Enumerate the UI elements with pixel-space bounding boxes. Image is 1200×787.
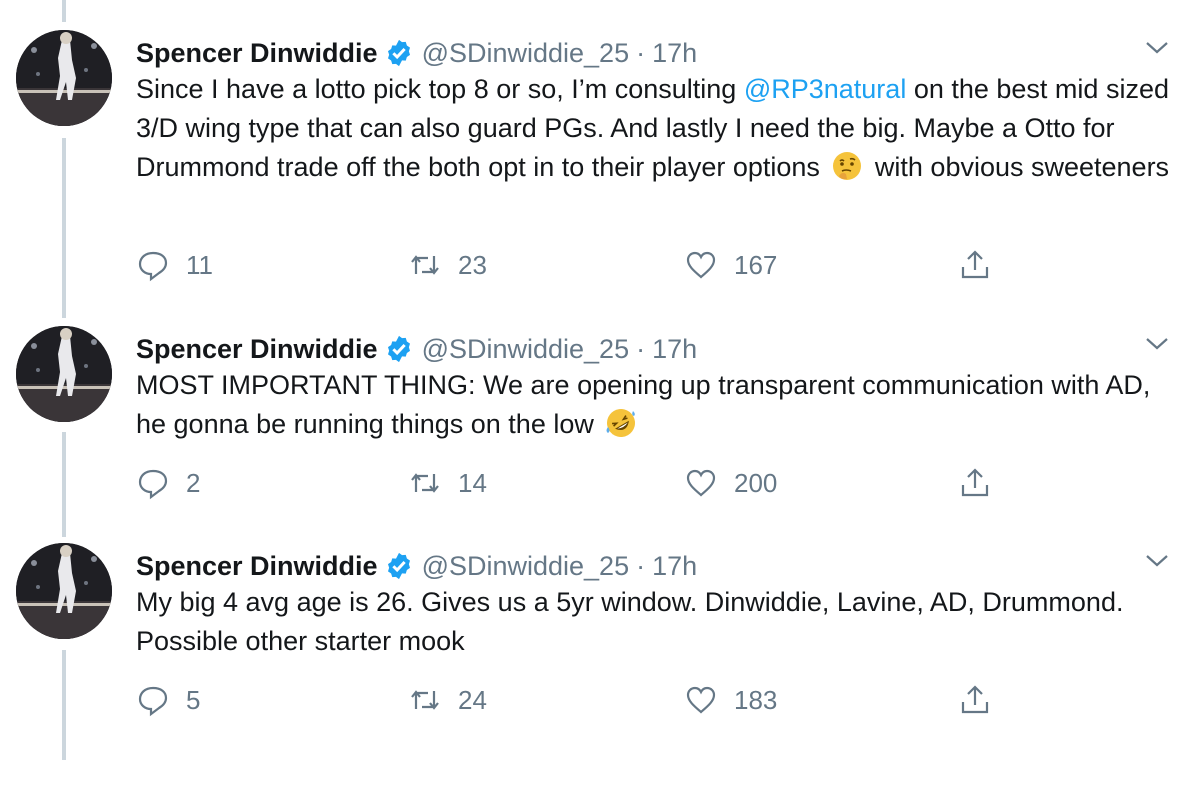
like-button[interactable]: 200 (684, 466, 777, 500)
reply-count: 11 (186, 249, 213, 280)
retweet-button[interactable]: 14 (408, 466, 487, 500)
tweet-text: My big 4 avg age is 26. Gives us a 5yr w… (136, 583, 1176, 661)
timestamp[interactable]: 17h (652, 551, 697, 582)
chevron-down-icon[interactable] (1144, 551, 1170, 571)
like-count: 183 (734, 684, 778, 715)
thread-line (62, 0, 66, 22)
retweet-count: 23 (458, 249, 487, 280)
retweet-button[interactable]: 24 (408, 683, 487, 717)
timestamp[interactable]: 17h (652, 38, 697, 69)
verified-badge-icon (387, 39, 410, 67)
mention-link[interactable]: @RP3natural (744, 74, 907, 104)
separator-dot: · (636, 550, 646, 581)
avatar[interactable] (16, 30, 112, 126)
share-button[interactable] (958, 466, 1008, 500)
separator-dot: · (636, 37, 646, 68)
like-count: 167 (734, 249, 778, 280)
author-name[interactable]: Spencer Dinwiddie (136, 334, 378, 365)
retweet-icon (411, 473, 439, 493)
author-handle[interactable]: @SDinwiddie_25 (422, 334, 630, 365)
like-count: 200 (734, 467, 778, 498)
retweet-button[interactable]: 23 (408, 248, 487, 282)
author-handle[interactable]: @SDinwiddie_25 (422, 38, 630, 69)
author-handle[interactable]: @SDinwiddie_25 (422, 551, 630, 582)
tweet-text-part: My big 4 avg age is 26. Gives us a 5yr w… (136, 587, 1124, 656)
tweet-text: MOST IMPORTANT THING: We are opening up … (136, 366, 1176, 444)
reply-button[interactable]: 2 (136, 466, 200, 500)
tweet-actions: 11 23 167 (136, 248, 1036, 282)
share-icon (961, 250, 989, 279)
chevron-down-icon[interactable] (1144, 38, 1170, 58)
tweet-header: Spencer Dinwiddie @SDinwiddie_25 · 17h (136, 548, 697, 584)
avatar[interactable] (16, 543, 112, 639)
heart-icon (686, 686, 716, 714)
heart-icon (686, 251, 716, 279)
reply-icon (138, 469, 168, 500)
verified-badge-icon (387, 335, 410, 363)
thinking-face-emoji-icon (833, 152, 862, 180)
reply-button[interactable]: 5 (136, 683, 200, 717)
separator-dot: · (636, 333, 646, 364)
heart-icon (686, 469, 716, 497)
tweet-text-part: with obvious sweeteners (867, 152, 1170, 182)
like-button[interactable]: 167 (684, 248, 777, 282)
tweet-actions: 2 14 200 (136, 466, 1036, 500)
share-button[interactable] (958, 683, 1008, 717)
reply-count: 2 (186, 467, 201, 498)
retweet-count: 24 (458, 684, 487, 715)
share-button[interactable] (958, 248, 1008, 282)
reply-icon (138, 686, 168, 717)
retweet-icon (411, 690, 439, 710)
like-button[interactable]: 183 (684, 683, 777, 717)
tweet-text-part: Since I have a lotto pick top 8 or so, I… (136, 74, 744, 104)
thread-line (62, 650, 66, 760)
reply-button[interactable]: 11 (136, 248, 213, 282)
tweet-text: Since I have a lotto pick top 8 or so, I… (136, 70, 1176, 187)
tweet-header: Spencer Dinwiddie @SDinwiddie_25 · 17h (136, 331, 697, 367)
author-name[interactable]: Spencer Dinwiddie (136, 551, 378, 582)
retweet-count: 14 (458, 467, 487, 498)
reply-icon (138, 251, 168, 282)
avatar[interactable] (16, 326, 112, 422)
tweet-actions: 5 24 183 (136, 683, 1036, 717)
verified-badge-icon (387, 552, 410, 580)
retweet-icon (411, 255, 439, 275)
share-icon (961, 685, 989, 714)
thread-line (62, 432, 66, 537)
thread-line (62, 138, 66, 318)
timestamp[interactable]: 17h (652, 334, 697, 365)
chevron-down-icon[interactable] (1144, 334, 1170, 354)
share-icon (961, 468, 989, 497)
reply-count: 5 (186, 684, 201, 715)
author-name[interactable]: Spencer Dinwiddie (136, 38, 378, 69)
rolling-on-floor-laughing-emoji-icon (606, 409, 636, 437)
tweet-header: Spencer Dinwiddie @SDinwiddie_25 · 17h (136, 35, 697, 71)
tweet-text-part: MOST IMPORTANT THING: We are opening up … (136, 370, 1151, 439)
